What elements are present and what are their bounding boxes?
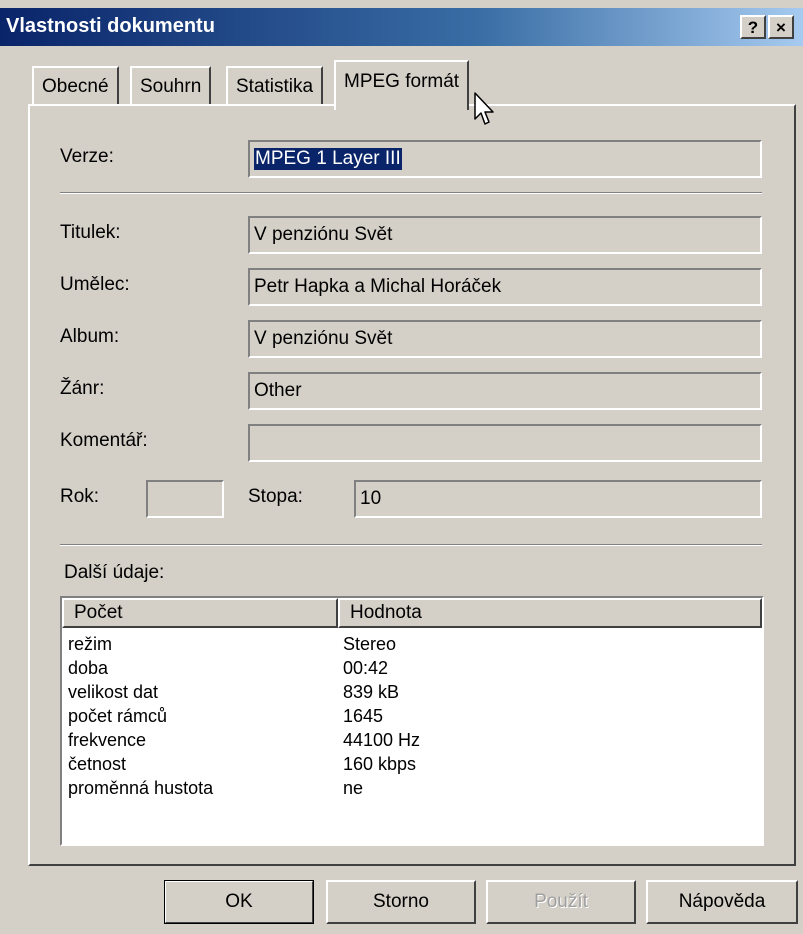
- row-value: 44100 Hz: [343, 730, 421, 750]
- napoveda-button[interactable]: Nápověda: [646, 880, 798, 924]
- row-value: Stereo: [343, 634, 397, 654]
- row-name: frekvence: [68, 730, 147, 750]
- verze-label: Verze:: [60, 146, 114, 167]
- album-label: Album:: [60, 326, 120, 347]
- separator: [60, 192, 762, 194]
- tab-souhrn[interactable]: Souhrn: [130, 66, 212, 106]
- column-header-pocet[interactable]: Počet: [62, 598, 338, 628]
- list-item[interactable]: doba 00:42: [62, 656, 762, 680]
- stopa-field[interactable]: 10: [354, 480, 762, 518]
- row-name: proměnná hustota: [68, 778, 214, 798]
- umelec-label: Umělec:: [60, 274, 130, 295]
- titulek-field[interactable]: V penziónu Svět: [248, 216, 762, 254]
- separator: [60, 544, 762, 546]
- verze-field[interactable]: MPEG 1 Layer III: [248, 140, 762, 178]
- row-value: 1645: [343, 706, 384, 726]
- properties-dialog: Vlastnosti dokumentu ? × Obecné Souhrn S…: [0, 0, 803, 934]
- title-bar[interactable]: Vlastnosti dokumentu ? ×: [0, 8, 803, 46]
- row-value: ne: [343, 778, 364, 798]
- list-item[interactable]: režim Stereo: [62, 632, 762, 656]
- list-header: Počet Hodnota: [62, 598, 762, 628]
- tab-obecne[interactable]: Obecné: [32, 66, 119, 106]
- tab-statistika[interactable]: Statistika: [226, 66, 324, 106]
- row-value: 160 kbps: [343, 754, 417, 774]
- rok-label: Rok:: [60, 486, 100, 507]
- list-item[interactable]: proměnná hustota ne: [62, 776, 762, 800]
- zanr-field[interactable]: Other: [248, 372, 762, 410]
- row-name: doba: [68, 658, 109, 678]
- zanr-label: Žánr:: [60, 378, 105, 399]
- tab-panel-mpeg: Verze: MPEG 1 Layer III Titulek: V penzi…: [28, 104, 796, 866]
- album-field[interactable]: V penziónu Svět: [248, 320, 762, 358]
- list-item[interactable]: frekvence 44100 Hz: [62, 728, 762, 752]
- row-value: 839 kB: [343, 682, 400, 702]
- row-name: velikost dat: [68, 682, 159, 702]
- mouse-cursor-icon: [474, 92, 494, 125]
- list-item[interactable]: velikost dat 839 kB: [62, 680, 762, 704]
- storno-button[interactable]: Storno: [326, 880, 476, 924]
- stopa-label: Stopa:: [248, 486, 303, 507]
- ok-button[interactable]: OK: [164, 880, 314, 924]
- pouzit-button[interactable]: Použít: [486, 880, 636, 924]
- tab-mpeg-format[interactable]: MPEG formát: [334, 60, 470, 110]
- row-name: režim: [68, 634, 112, 654]
- rok-field[interactable]: [146, 480, 224, 518]
- komentar-field[interactable]: [248, 424, 762, 462]
- details-label: Další údaje:: [64, 562, 165, 583]
- list-item[interactable]: počet rámců 1645: [62, 704, 762, 728]
- titulek-label: Titulek:: [60, 222, 121, 243]
- help-button[interactable]: ?: [740, 15, 766, 39]
- row-name: četnost: [68, 754, 127, 774]
- column-header-hodnota[interactable]: Hodnota: [338, 598, 762, 628]
- komentar-label: Komentář:: [60, 430, 148, 451]
- window-title: Vlastnosti dokumentu: [6, 15, 215, 37]
- list-item[interactable]: četnost 160 kbps: [62, 752, 762, 776]
- details-list[interactable]: Počet Hodnota režim Stereo doba 00:42 ve…: [60, 596, 764, 846]
- row-name: počet rámců: [68, 706, 168, 726]
- row-value: 00:42: [343, 658, 389, 678]
- verze-value: MPEG 1 Layer III: [254, 148, 402, 170]
- close-button[interactable]: ×: [768, 15, 794, 39]
- umelec-field[interactable]: Petr Hapka a Michal Horáček: [248, 268, 762, 306]
